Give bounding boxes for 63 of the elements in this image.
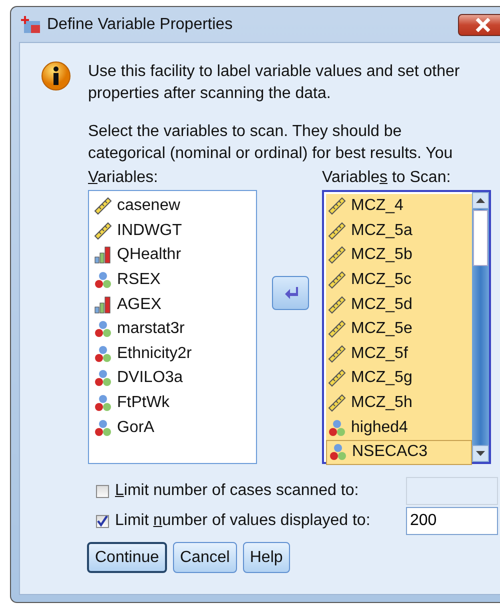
variable-item[interactable]: MCZ_5g <box>326 366 472 391</box>
list-label: Variables to Scan: <box>322 169 452 187</box>
table-app-icon <box>21 16 41 34</box>
variable-item[interactable]: AGEX <box>92 292 256 317</box>
ruler-icon <box>328 394 346 412</box>
checkbox-label: Limit number of cases scanned to: <box>115 481 359 501</box>
variable-item[interactable]: MCZ_5f <box>326 342 472 366</box>
ruler-icon <box>328 344 346 363</box>
info-icon <box>40 61 72 93</box>
three-balls-icon <box>94 344 112 363</box>
variable-item[interactable]: Ethnicity2r <box>92 342 256 366</box>
scroll-down-icon[interactable] <box>476 451 485 456</box>
ruler-icon <box>328 197 346 216</box>
variable-item[interactable]: MCZ_5e <box>326 316 472 342</box>
ruler-icon <box>94 197 112 216</box>
three-balls-icon <box>328 418 346 437</box>
ruler-icon <box>328 246 346 264</box>
three-balls-icon <box>94 320 112 338</box>
ruler-icon <box>328 296 346 314</box>
move-button[interactable] <box>272 276 309 310</box>
intro-text: Use this facility to label variable values and set other properties after scanning the data. <box>88 62 461 104</box>
variable-item[interactable]: MCZ_5a <box>326 218 472 244</box>
variable-item[interactable]: DVILO3a <box>92 366 256 391</box>
three-balls-icon <box>94 369 112 388</box>
ruler-icon <box>328 271 346 290</box>
ruler-icon <box>328 222 346 240</box>
window-title: Define Variable Properties <box>47 14 233 34</box>
input-field[interactable]: 200 <box>406 507 498 535</box>
variable-item[interactable]: QHealthr <box>92 243 256 268</box>
three-balls-icon <box>329 443 347 462</box>
checkbox[interactable] <box>96 514 109 528</box>
ruler-icon <box>94 222 112 240</box>
dialog-button[interactable]: Cancel <box>173 542 237 573</box>
ruler-icon <box>328 320 346 338</box>
three-balls-icon <box>94 271 112 290</box>
scrollbar[interactable] <box>472 192 489 462</box>
variable-item[interactable]: highed4 <box>326 415 472 440</box>
ruler-icon <box>328 369 346 388</box>
close-icon <box>475 18 491 32</box>
dialog-button[interactable]: Help <box>242 542 290 573</box>
variable-item[interactable]: NSECAC3 <box>326 440 472 465</box>
variable-item[interactable]: INDWGT <box>92 218 256 244</box>
three-balls-icon <box>94 394 112 412</box>
bar-chart-icon <box>94 246 112 264</box>
checkbox-label: Limit number of values displayed to: <box>115 511 370 531</box>
scrollbar-thumb[interactable] <box>473 210 488 266</box>
close-button[interactable] <box>458 14 500 36</box>
variable-item[interactable]: marstat3r <box>92 316 256 342</box>
variable-item[interactable]: GorA <box>92 415 256 440</box>
variable-item[interactable]: MCZ_5h <box>326 390 472 416</box>
variable-item[interactable]: MCZ_4 <box>326 194 472 219</box>
arrow-icon <box>284 287 298 299</box>
variable-item[interactable]: MCZ_5d <box>326 292 472 317</box>
variable-item[interactable]: MCZ_5c <box>326 268 472 292</box>
list-label: Variables: <box>88 169 159 187</box>
variable-item[interactable]: RSEX <box>92 268 256 292</box>
variable-item[interactable]: casenew <box>92 194 256 219</box>
three-balls-icon <box>94 418 112 437</box>
dialog-button[interactable]: Continue <box>87 542 168 573</box>
scroll-up-icon[interactable] <box>476 198 485 203</box>
bar-chart-icon <box>94 296 112 314</box>
variable-item[interactable]: FtPtWk <box>92 390 256 416</box>
variable-item[interactable]: MCZ_5b <box>326 243 472 268</box>
